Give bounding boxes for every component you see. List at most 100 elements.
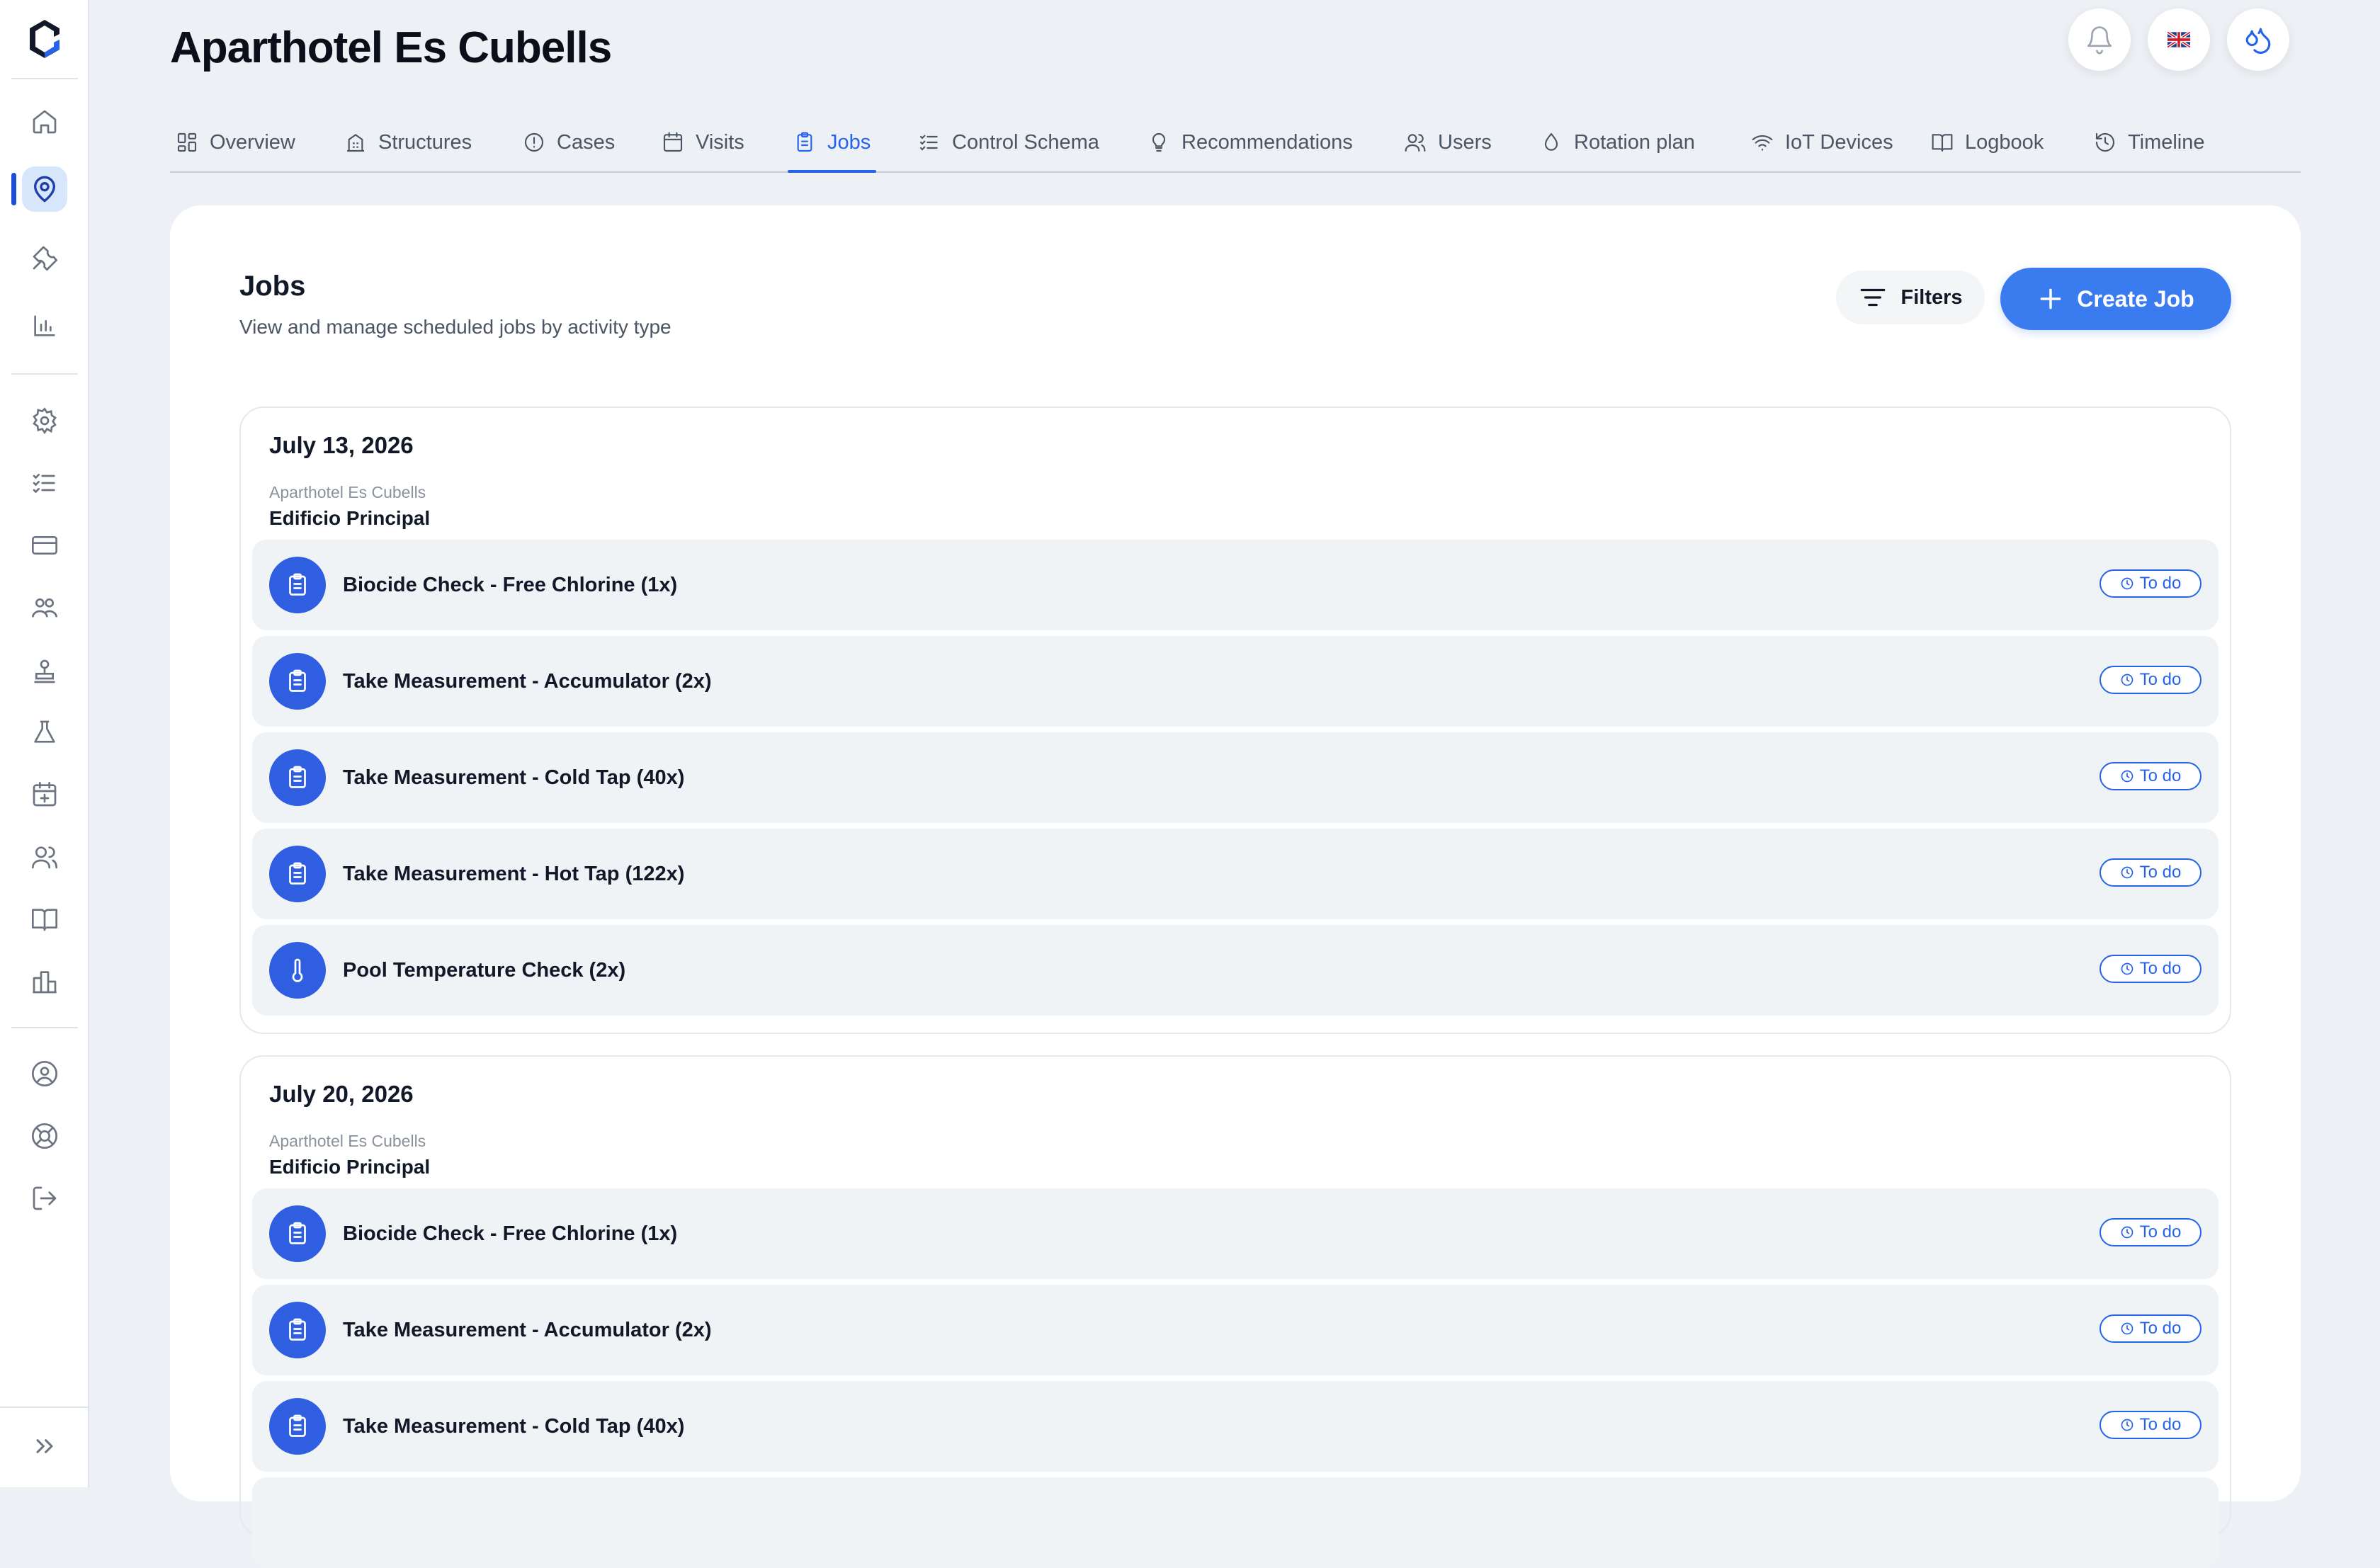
sidebar-expand-button[interactable] [22, 1424, 67, 1469]
job-label: Take Measurement - Hot Tap (122x) [343, 863, 685, 885]
droplet-icon [1544, 132, 1558, 151]
tab-rotation-plan[interactable]: Rotation plan [1540, 113, 1695, 171]
sidebar-tools[interactable] [22, 235, 67, 280]
page-title: Aparthotel Es Cubells [170, 23, 612, 72]
clock-icon [2121, 866, 2133, 879]
job-group: July 20, 2026 Aparthotel Es Cubells Edif… [239, 1055, 2231, 1568]
tab-recommendations[interactable]: Recommendations [1148, 113, 1353, 171]
status-label: To do [2139, 574, 2182, 593]
clock-icon [2121, 1226, 2133, 1239]
tab-label: Visits [696, 130, 744, 154]
tab-label: Structures [378, 130, 472, 154]
group-date: July 13, 2026 [269, 432, 414, 458]
tab-structures[interactable]: Structures [344, 113, 472, 171]
job-type-badge [269, 1302, 326, 1358]
job-label: Biocide Check - Free Chlorine (1x) [343, 1222, 678, 1245]
status-badge[interactable]: To do [2100, 666, 2202, 694]
status-label: To do [2139, 1415, 2182, 1434]
job-row[interactable]: Pool Temperature Check (2x) To do [252, 925, 2218, 1016]
create-job-button[interactable]: Create Job [2000, 268, 2231, 330]
history-icon [2095, 132, 2115, 152]
jobs-card: Jobs View and manage scheduled jobs by a… [170, 205, 2301, 1568]
tab-label: Cases [557, 130, 616, 154]
sidebar-calendar[interactable] [22, 772, 67, 817]
job-row[interactable]: Take Measurement - Cold Tap (40x) To do [252, 732, 2218, 823]
job-row[interactable]: Take Measurement - Hot Tap (122x) To do [252, 829, 2218, 919]
group-site: Aparthotel Es Cubells [269, 483, 426, 501]
job-label: Take Measurement - Accumulator (2x) [343, 670, 712, 693]
uk-flag-icon [2168, 32, 2190, 47]
job-row[interactable]: Biocide Check - Free Chlorine (1x) To do [252, 540, 2218, 630]
status-badge[interactable]: To do [2100, 955, 2202, 983]
notifications-button[interactable] [2068, 8, 2131, 71]
job-row-partial[interactable] [252, 1477, 2218, 1568]
sidebar-analytics[interactable] [22, 303, 67, 348]
users-icon [1405, 134, 1426, 152]
status-badge[interactable]: To do [2100, 858, 2202, 887]
list-check-icon [919, 135, 938, 151]
sidebar-support[interactable] [22, 1113, 67, 1159]
tab-label: IoT Devices [1785, 130, 1893, 154]
language-button[interactable] [2148, 8, 2210, 71]
tab-visits[interactable]: Visits [662, 113, 744, 171]
job-group: July 13, 2026 Aparthotel Es Cubells Edif… [239, 407, 2231, 1034]
tab-control-schema[interactable]: Control Schema [918, 113, 1099, 171]
sidebar-logout[interactable] [22, 1176, 67, 1221]
job-label: Take Measurement - Cold Tap (40x) [343, 766, 685, 789]
filters-button[interactable]: Filters [1836, 271, 1985, 324]
sidebar-billing[interactable] [22, 523, 67, 568]
status-badge[interactable]: To do [2100, 1411, 2202, 1439]
job-row[interactable]: Take Measurement - Accumulator (2x) To d… [252, 636, 2218, 727]
sidebar-docs[interactable] [22, 897, 67, 942]
tab-logbook[interactable]: Logbook [1931, 113, 2044, 171]
clock-icon [2121, 962, 2133, 975]
clipboard-icon [797, 132, 812, 152]
sidebar-profile[interactable] [22, 1051, 67, 1096]
tab-users[interactable]: Users [1404, 113, 1492, 171]
tab-cases[interactable]: Cases [523, 113, 615, 171]
tab-jobs[interactable]: Jobs [787, 113, 877, 173]
sidebar-checklists[interactable] [22, 460, 67, 506]
sidebar-settings[interactable] [22, 398, 67, 443]
clipboard-icon [289, 573, 306, 596]
status-badge[interactable]: To do [2100, 1218, 2202, 1246]
water-button[interactable] [2227, 8, 2289, 71]
job-type-badge [269, 942, 326, 999]
flask-icon [34, 720, 55, 743]
thermometer-icon [292, 958, 303, 982]
sidebar-users[interactable] [22, 834, 67, 880]
status-badge[interactable]: To do [2100, 569, 2202, 598]
tab-label: Overview [210, 130, 295, 154]
tab-overview[interactable]: Overview [176, 113, 295, 171]
job-label: Take Measurement - Accumulator (2x) [343, 1319, 712, 1341]
sidebar-divider [11, 78, 78, 79]
status-badge[interactable]: To do [2100, 1314, 2202, 1343]
status-label: To do [2139, 1222, 2182, 1242]
job-row[interactable]: Take Measurement - Accumulator (2x) To d… [252, 1285, 2218, 1375]
job-type-badge [269, 557, 326, 613]
tab-timeline[interactable]: Timeline [2094, 113, 2205, 171]
users-icon [32, 846, 57, 869]
clock-icon [2121, 577, 2133, 590]
job-row[interactable]: Biocide Check - Free Chlorine (1x) To do [252, 1188, 2218, 1279]
sidebar-teams[interactable] [22, 585, 67, 630]
status-badge[interactable]: To do [2100, 762, 2202, 790]
list-check-icon [33, 474, 55, 494]
sidebar-active-indicator [11, 173, 16, 205]
calendar-icon [663, 132, 683, 152]
tab-iot-devices[interactable]: IoT Devices [1751, 113, 1893, 171]
job-type-badge [269, 1398, 326, 1455]
sidebar-lab[interactable] [22, 710, 67, 755]
sidebar-reports[interactable] [22, 959, 67, 1004]
group-site: Aparthotel Es Cubells [269, 1132, 426, 1150]
job-type-badge [269, 1205, 326, 1262]
status-label: To do [2139, 863, 2182, 882]
job-row[interactable]: Take Measurement - Cold Tap (40x) To do [252, 1381, 2218, 1472]
sidebar-stamps[interactable] [22, 649, 67, 694]
app-logo[interactable] [27, 18, 62, 59]
home-icon [33, 110, 57, 134]
sidebar-locations[interactable] [22, 166, 67, 212]
clipboard-icon [289, 766, 306, 788]
clock-icon [2121, 770, 2133, 783]
sidebar-home[interactable] [22, 99, 67, 144]
